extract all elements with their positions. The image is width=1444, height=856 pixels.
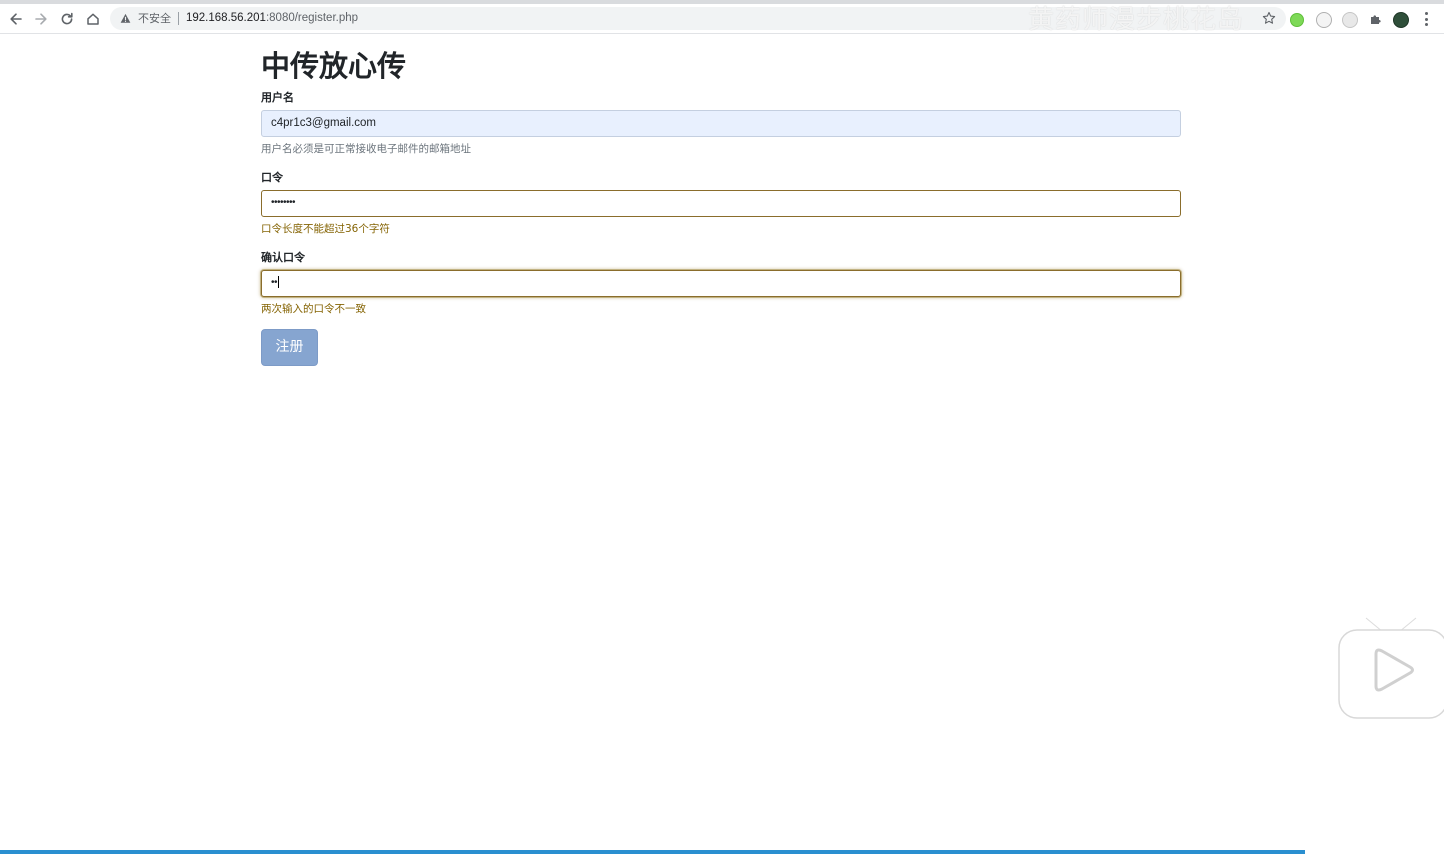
confirm-masked-value: •• (271, 277, 278, 288)
arrow-right-icon (35, 13, 47, 25)
forward-button[interactable] (31, 9, 51, 29)
profile-avatar-icon[interactable] (1393, 12, 1409, 28)
menu-dot (1424, 12, 1428, 15)
username-help-text: 用户名必须是可正常接收电子邮件的邮箱地址 (261, 143, 471, 155)
back-button[interactable] (6, 9, 26, 29)
confirm-password-input[interactable]: •• (261, 270, 1181, 297)
address-separator (178, 12, 179, 25)
password-label: 口令 (261, 171, 283, 184)
security-label[interactable]: 不安全 (138, 11, 171, 26)
reload-icon (61, 12, 73, 25)
warning-triangle-icon[interactable] (120, 13, 131, 24)
kebab-menu-icon[interactable] (1419, 10, 1433, 28)
password-help-text: 口令长度不能超过36个字符 (261, 223, 390, 235)
video-progress-bar[interactable] (0, 850, 1306, 854)
address-bar[interactable]: 不安全 192.168.56.201:8080/register.php (110, 7, 1286, 30)
url-host: 192.168.56.201 (186, 12, 266, 24)
menu-dot (1424, 23, 1428, 26)
play-tv-icon (1338, 613, 1444, 719)
url-text[interactable]: 192.168.56.201:8080/register.php (186, 11, 358, 26)
extension-puzzle-icon[interactable] (1368, 12, 1382, 26)
password-masked-value: •••••••• (271, 197, 296, 208)
extension-gray-icon[interactable] (1342, 12, 1358, 28)
star-icon[interactable] (1262, 11, 1276, 25)
page-title: 中传放心传 (261, 49, 407, 83)
home-button[interactable] (83, 9, 103, 29)
confirm-password-label: 确认口令 (261, 251, 305, 264)
url-path: :8080/register.php (265, 12, 359, 24)
confirm-error-text: 两次输入的口令不一致 (261, 303, 366, 315)
text-caret (278, 275, 280, 288)
extension-clock-icon[interactable] (1316, 12, 1332, 28)
register-button[interactable]: 注册 (261, 329, 318, 366)
username-label: 用户名 (261, 91, 294, 104)
browser-window: 不安全 192.168.56.201:8080/register.php 黄药师… (0, 0, 1444, 856)
extension-green-dot-icon[interactable] (1290, 13, 1304, 27)
username-input[interactable]: c4pr1c3@gmail.com (261, 110, 1181, 137)
reload-button[interactable] (57, 9, 77, 29)
menu-dot (1424, 17, 1428, 21)
password-input[interactable]: •••••••• (261, 190, 1181, 217)
puzzle-icon (1371, 15, 1381, 24)
arrow-left-icon (10, 13, 22, 25)
browser-toolbar: 不安全 192.168.56.201:8080/register.php 黄药师… (0, 4, 1444, 35)
home-icon (87, 13, 99, 25)
